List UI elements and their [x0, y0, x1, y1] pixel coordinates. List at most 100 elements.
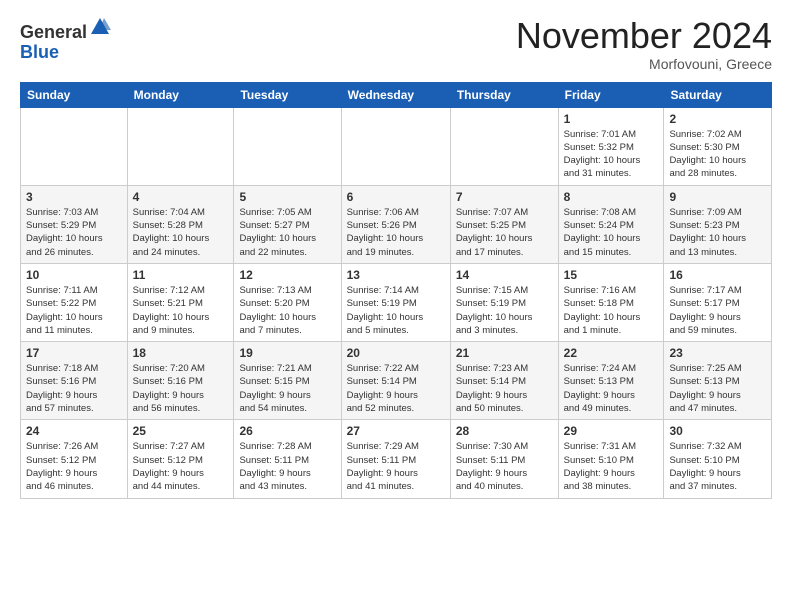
day-info: Sunrise: 7:17 AM Sunset: 5:17 PM Dayligh…	[669, 284, 766, 337]
day-info: Sunrise: 7:32 AM Sunset: 5:10 PM Dayligh…	[669, 440, 766, 493]
header: General Blue November 2024 Morfovouni, G…	[20, 16, 772, 72]
day-info: Sunrise: 7:30 AM Sunset: 5:11 PM Dayligh…	[456, 440, 553, 493]
calendar-cell: 11 Sunrise: 7:12 AM Sunset: 5:21 PM Dayli…	[127, 263, 234, 341]
day-info: Sunrise: 7:09 AM Sunset: 5:23 PM Dayligh…	[669, 206, 766, 259]
day-number: 24	[26, 424, 122, 438]
day-info: Sunrise: 7:12 AM Sunset: 5:21 PM Dayligh…	[133, 284, 229, 337]
calendar-cell	[234, 107, 341, 185]
page: General Blue November 2024 Morfovouni, G…	[0, 0, 792, 515]
day-info: Sunrise: 7:07 AM Sunset: 5:25 PM Dayligh…	[456, 206, 553, 259]
subtitle: Morfovouni, Greece	[516, 56, 772, 72]
day-info: Sunrise: 7:13 AM Sunset: 5:20 PM Dayligh…	[239, 284, 335, 337]
calendar-cell	[450, 107, 558, 185]
day-info: Sunrise: 7:14 AM Sunset: 5:19 PM Dayligh…	[347, 284, 445, 337]
logo-icon	[89, 16, 111, 38]
title-block: November 2024 Morfovouni, Greece	[516, 16, 772, 72]
day-number: 9	[669, 190, 766, 204]
day-number: 2	[669, 112, 766, 126]
calendar-cell: 26 Sunrise: 7:28 AM Sunset: 5:11 PM Dayli…	[234, 420, 341, 498]
calendar-cell: 9 Sunrise: 7:09 AM Sunset: 5:23 PM Daylig…	[664, 185, 772, 263]
calendar-week-1: 3 Sunrise: 7:03 AM Sunset: 5:29 PM Daylig…	[21, 185, 772, 263]
day-info: Sunrise: 7:25 AM Sunset: 5:13 PM Dayligh…	[669, 362, 766, 415]
month-title: November 2024	[516, 16, 772, 56]
day-number: 30	[669, 424, 766, 438]
day-number: 19	[239, 346, 335, 360]
calendar-cell: 27 Sunrise: 7:29 AM Sunset: 5:11 PM Dayli…	[341, 420, 450, 498]
day-info: Sunrise: 7:02 AM Sunset: 5:30 PM Dayligh…	[669, 128, 766, 181]
calendar-cell: 22Sunrise: 7:24 AM Sunset: 5:13 PM Dayli…	[558, 342, 664, 420]
calendar-cell: 28 Sunrise: 7:30 AM Sunset: 5:11 PM Dayli…	[450, 420, 558, 498]
calendar-cell: 7 Sunrise: 7:07 AM Sunset: 5:25 PM Daylig…	[450, 185, 558, 263]
calendar-cell: 16 Sunrise: 7:17 AM Sunset: 5:17 PM Dayli…	[664, 263, 772, 341]
calendar-cell: 24 Sunrise: 7:26 AM Sunset: 5:12 PM Dayli…	[21, 420, 128, 498]
calendar-cell	[127, 107, 234, 185]
day-info: Sunrise: 7:15 AM Sunset: 5:19 PM Dayligh…	[456, 284, 553, 337]
calendar-cell: 13Sunrise: 7:14 AM Sunset: 5:19 PM Dayli…	[341, 263, 450, 341]
logo-blue-text: Blue	[20, 42, 59, 62]
day-number: 14	[456, 268, 553, 282]
day-number: 3	[26, 190, 122, 204]
logo-general-text: General	[20, 22, 87, 42]
calendar-cell: 23 Sunrise: 7:25 AM Sunset: 5:13 PM Dayli…	[664, 342, 772, 420]
day-number: 8	[564, 190, 659, 204]
logo: General Blue	[20, 16, 111, 63]
day-info: Sunrise: 7:23 AM Sunset: 5:14 PM Dayligh…	[456, 362, 553, 415]
calendar-cell: 29 Sunrise: 7:31 AM Sunset: 5:10 PM Dayli…	[558, 420, 664, 498]
day-number: 28	[456, 424, 553, 438]
calendar-header-monday: Monday	[127, 82, 234, 107]
calendar-header-wednesday: Wednesday	[341, 82, 450, 107]
calendar-cell: 25 Sunrise: 7:27 AM Sunset: 5:12 PM Dayli…	[127, 420, 234, 498]
day-info: Sunrise: 7:03 AM Sunset: 5:29 PM Dayligh…	[26, 206, 122, 259]
calendar-cell: 3 Sunrise: 7:03 AM Sunset: 5:29 PM Daylig…	[21, 185, 128, 263]
day-number: 15	[564, 268, 659, 282]
day-info: Sunrise: 7:16 AM Sunset: 5:18 PM Dayligh…	[564, 284, 659, 337]
calendar-header-friday: Friday	[558, 82, 664, 107]
calendar-header-thursday: Thursday	[450, 82, 558, 107]
day-number: 1	[564, 112, 659, 126]
day-number: 26	[239, 424, 335, 438]
calendar-cell: 5Sunrise: 7:05 AM Sunset: 5:27 PM Daylig…	[234, 185, 341, 263]
day-number: 20	[347, 346, 445, 360]
calendar-cell	[341, 107, 450, 185]
calendar-cell: 2 Sunrise: 7:02 AM Sunset: 5:30 PM Daylig…	[664, 107, 772, 185]
calendar-cell: 1 Sunrise: 7:01 AM Sunset: 5:32 PM Daylig…	[558, 107, 664, 185]
calendar-cell: 4Sunrise: 7:04 AM Sunset: 5:28 PM Daylig…	[127, 185, 234, 263]
calendar-cell	[21, 107, 128, 185]
day-number: 10	[26, 268, 122, 282]
day-number: 17	[26, 346, 122, 360]
day-number: 7	[456, 190, 553, 204]
day-info: Sunrise: 7:11 AM Sunset: 5:22 PM Dayligh…	[26, 284, 122, 337]
calendar-cell: 18 Sunrise: 7:20 AM Sunset: 5:16 PM Dayli…	[127, 342, 234, 420]
calendar-header-row: SundayMondayTuesdayWednesdayThursdayFrid…	[21, 82, 772, 107]
day-number: 22	[564, 346, 659, 360]
calendar-cell: 30 Sunrise: 7:32 AM Sunset: 5:10 PM Dayli…	[664, 420, 772, 498]
day-number: 11	[133, 268, 229, 282]
day-number: 12	[239, 268, 335, 282]
day-info: Sunrise: 7:27 AM Sunset: 5:12 PM Dayligh…	[133, 440, 229, 493]
calendar-cell: 12 Sunrise: 7:13 AM Sunset: 5:20 PM Dayli…	[234, 263, 341, 341]
day-info: Sunrise: 7:01 AM Sunset: 5:32 PM Dayligh…	[564, 128, 659, 181]
day-info: Sunrise: 7:20 AM Sunset: 5:16 PM Dayligh…	[133, 362, 229, 415]
day-number: 25	[133, 424, 229, 438]
day-number: 18	[133, 346, 229, 360]
calendar-header-sunday: Sunday	[21, 82, 128, 107]
calendar-cell: 15 Sunrise: 7:16 AM Sunset: 5:18 PM Dayli…	[558, 263, 664, 341]
calendar-cell: 17 Sunrise: 7:18 AM Sunset: 5:16 PM Dayli…	[21, 342, 128, 420]
day-info: Sunrise: 7:29 AM Sunset: 5:11 PM Dayligh…	[347, 440, 445, 493]
calendar-cell: 20 Sunrise: 7:22 AM Sunset: 5:14 PM Dayli…	[341, 342, 450, 420]
day-number: 27	[347, 424, 445, 438]
day-info: Sunrise: 7:05 AM Sunset: 5:27 PM Dayligh…	[239, 206, 335, 259]
calendar-cell: 14 Sunrise: 7:15 AM Sunset: 5:19 PM Dayli…	[450, 263, 558, 341]
calendar-week-2: 10 Sunrise: 7:11 AM Sunset: 5:22 PM Dayli…	[21, 263, 772, 341]
day-number: 16	[669, 268, 766, 282]
day-info: Sunrise: 7:04 AM Sunset: 5:28 PM Dayligh…	[133, 206, 229, 259]
day-info: Sunrise: 7:31 AM Sunset: 5:10 PM Dayligh…	[564, 440, 659, 493]
day-info: Sunrise: 7:22 AM Sunset: 5:14 PM Dayligh…	[347, 362, 445, 415]
day-info: Sunrise: 7:08 AM Sunset: 5:24 PM Dayligh…	[564, 206, 659, 259]
day-number: 23	[669, 346, 766, 360]
day-info: Sunrise: 7:18 AM Sunset: 5:16 PM Dayligh…	[26, 362, 122, 415]
calendar-week-4: 24 Sunrise: 7:26 AM Sunset: 5:12 PM Dayli…	[21, 420, 772, 498]
day-number: 29	[564, 424, 659, 438]
day-info: Sunrise: 7:26 AM Sunset: 5:12 PM Dayligh…	[26, 440, 122, 493]
day-info: Sunrise: 7:28 AM Sunset: 5:11 PM Dayligh…	[239, 440, 335, 493]
